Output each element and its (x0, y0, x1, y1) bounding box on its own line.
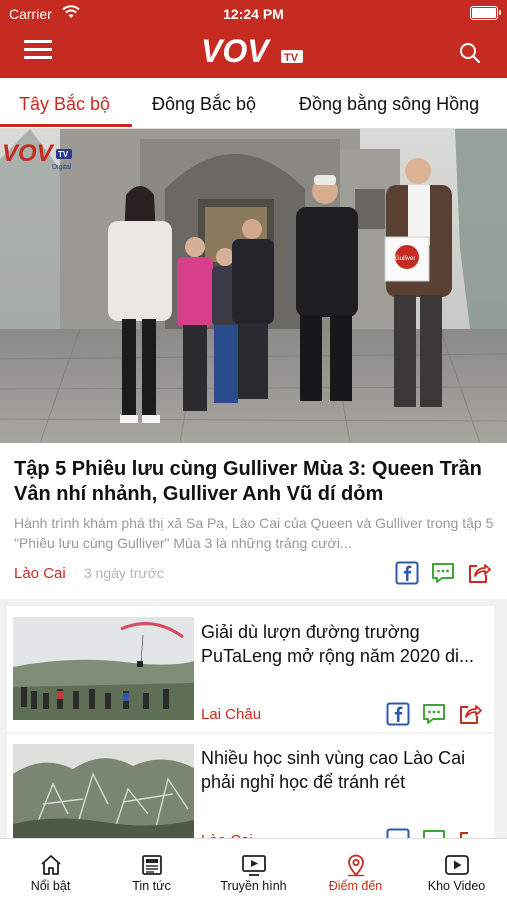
app-header: Carrier 12:24 PM VOV TV (0, 0, 507, 78)
nav-kho-video[interactable]: Kho Video (406, 839, 507, 901)
nav-noi-bat[interactable]: Nổi bật (0, 839, 101, 901)
svg-text:Digital: Digital (52, 164, 72, 171)
tab-tay-bac-bo[interactable]: Tây Bắc bộ (19, 94, 110, 115)
article-category[interactable]: Lai Châu (201, 706, 261, 723)
tab-dong-bang-song-hong[interactable]: Đồng bằng sông Hồng (299, 94, 479, 115)
battery-icon (470, 6, 501, 20)
facebook-icon[interactable] (386, 702, 410, 726)
svg-text:TV: TV (284, 52, 299, 64)
share-icon[interactable] (467, 561, 491, 585)
article-title[interactable]: Nhiều học sinh vùng cao Lào Cai phải ngh… (201, 746, 486, 794)
featured-category[interactable]: Lào Cai (14, 565, 66, 582)
nav-label: Nổi bật (30, 879, 71, 893)
nav-diem-den[interactable]: Điểm đến (305, 839, 406, 901)
home-icon (40, 855, 61, 875)
article-card[interactable]: Giải dù lượn đường trường PuTaLeng mở rộ… (7, 606, 494, 732)
svg-text:VOV: VOV (201, 33, 271, 68)
nav-label: Truyền hình (220, 879, 287, 893)
featured-article[interactable]: Gulliver VOV TV Digital Tập 5 Phiêu lưu … (0, 129, 507, 599)
article-thumbnail[interactable] (13, 744, 194, 847)
nav-label: Điểm đến (328, 879, 383, 893)
vov-tv-logo: VOV TV (0, 32, 507, 73)
comment-icon[interactable] (422, 702, 446, 726)
newspaper-icon (141, 855, 162, 875)
nav-truyen-hinh[interactable]: Truyền hình (202, 839, 305, 901)
svg-text:TV: TV (58, 150, 69, 159)
nav-tin-tuc[interactable]: Tin tức (101, 839, 202, 901)
region-tabs: Tây Bắc bộ Đông Bắc bộ Đồng bằng sông Hồ… (0, 78, 507, 129)
tab-dong-bac-bo[interactable]: Đông Bắc bộ (152, 94, 256, 115)
video-icon (444, 855, 469, 875)
active-tab-indicator (0, 124, 132, 127)
article-actions (386, 702, 486, 728)
bottom-nav: Nổi bật Tin tức Truyền hình Điểm đến Kho… (0, 838, 507, 901)
nav-label: Tin tức (132, 879, 171, 893)
status-time: 12:24 PM (223, 6, 284, 22)
nav-label: Kho Video (427, 879, 486, 893)
featured-actions (395, 561, 495, 587)
share-icon[interactable] (458, 702, 482, 726)
featured-description: Hành trình khám phá thị xã Sa Pa, Lào Ca… (14, 515, 494, 551)
tv-icon (241, 855, 266, 876)
search-icon[interactable] (459, 42, 481, 64)
status-bar: Carrier 12:24 PM (0, 5, 507, 24)
svg-text:Gulliver: Gulliver (395, 256, 415, 262)
location-pin-icon (347, 854, 364, 877)
facebook-icon[interactable] (395, 561, 419, 585)
article-thumbnail[interactable] (13, 617, 194, 720)
featured-meta: Lào Cai 3 ngày trước (14, 565, 164, 582)
featured-title[interactable]: Tập 5 Phiêu lưu cùng Gulliver Mùa 3: Que… (14, 457, 494, 507)
featured-image[interactable]: Gulliver VOV TV Digital (0, 129, 507, 443)
featured-time: 3 ngày trước (83, 565, 164, 581)
svg-text:VOV: VOV (2, 140, 55, 167)
article-title[interactable]: Giải dù lượn đường trường PuTaLeng mở rộ… (201, 620, 486, 668)
comment-icon[interactable] (431, 561, 455, 585)
